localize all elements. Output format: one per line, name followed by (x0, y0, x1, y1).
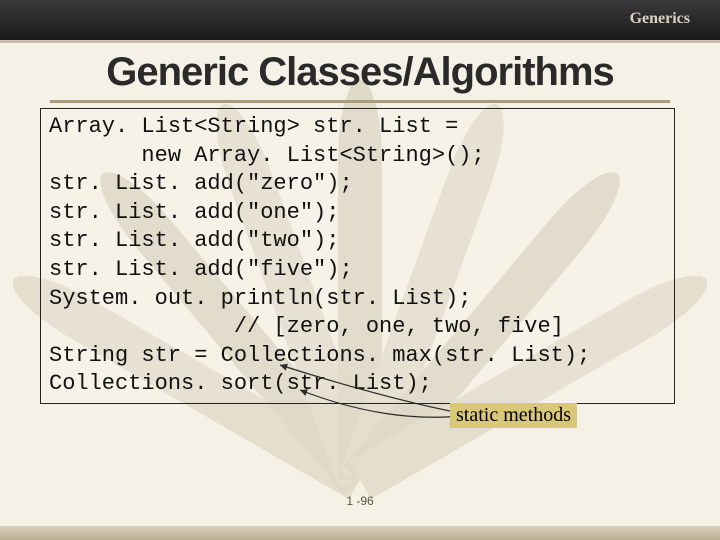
top-band (0, 0, 720, 40)
code-line: new Array. List<String>(); (49, 142, 666, 171)
code-line: System. out. println(str. List); (49, 285, 666, 314)
title-top-rule (0, 40, 720, 43)
code-line: Collections. sort(str. List); (49, 370, 666, 399)
bottom-band (0, 526, 720, 540)
code-line: str. List. add("one"); (49, 199, 666, 228)
code-line: Array. List<String> str. List = (49, 113, 666, 142)
code-line: str. List. add("five"); (49, 256, 666, 285)
slide-title: Generic Classes/Algorithms (0, 50, 720, 95)
code-line: // [zero, one, two, five] (49, 313, 666, 342)
slide-number: 1 -96 (346, 494, 373, 508)
title-underline (50, 100, 670, 103)
code-block: Array. List<String> str. List = new Arra… (40, 108, 675, 404)
callout-label: static methods (450, 403, 577, 428)
section-label: Generics (630, 10, 690, 28)
code-line: String str = Collections. max(str. List)… (49, 342, 666, 371)
code-line: str. List. add("zero"); (49, 170, 666, 199)
code-line: str. List. add("two"); (49, 227, 666, 256)
